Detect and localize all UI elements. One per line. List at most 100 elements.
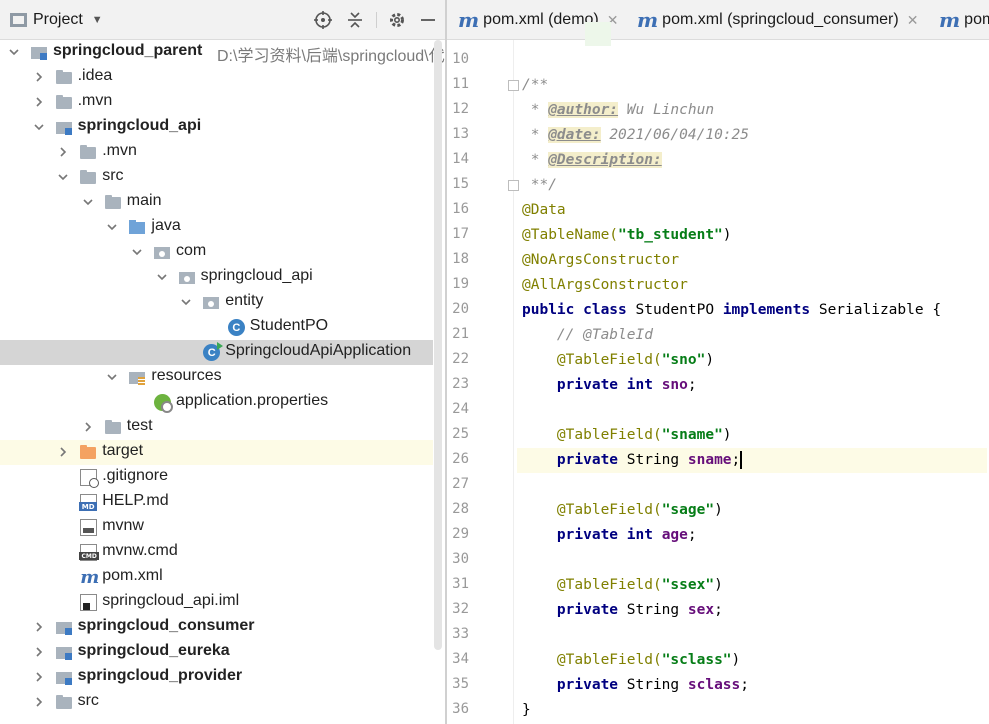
tab-pom[interactable]: m pom.xml (939, 0, 989, 39)
chevron-down-icon[interactable] (32, 120, 46, 134)
tree-node[interactable]: java (0, 215, 433, 240)
minimize-icon[interactable] (418, 10, 438, 30)
tree-node[interactable]: springcloud_api (0, 115, 433, 140)
fold-guide (513, 40, 514, 724)
tree-node[interactable]: .idea (0, 65, 433, 90)
tree-node[interactable]: springcloud_eureka (0, 640, 433, 665)
module-icon (55, 119, 73, 136)
code-line[interactable]: @TableField("sno") (522, 348, 989, 373)
tree-node[interactable]: springcloud_parent D:\学习资料\后端\springcloud… (0, 40, 445, 65)
collapse-all-icon[interactable] (345, 10, 365, 30)
code-line[interactable]: * @Description: (522, 148, 989, 173)
code-token: * (522, 102, 549, 118)
code-line[interactable]: **/ (522, 173, 989, 198)
chevron-down-icon[interactable] (56, 170, 70, 184)
code-line[interactable] (522, 548, 989, 573)
code-line[interactable]: } (522, 698, 989, 723)
code-line[interactable] (522, 398, 989, 423)
code-line[interactable]: * @author: Wu Linchun (522, 98, 989, 123)
line-number: 17 (452, 226, 469, 242)
chevron-right-icon[interactable] (56, 445, 70, 459)
chevron-right-icon[interactable] (56, 145, 70, 159)
code-line[interactable]: @Data (522, 198, 989, 223)
chevron-down-icon[interactable] (130, 245, 144, 259)
code-token: ; (740, 677, 749, 693)
code-line[interactable] (522, 48, 989, 73)
tree-node[interactable]: mvnw (0, 515, 433, 540)
code-line[interactable]: @NoArgsConstructor (522, 248, 989, 273)
chevron-right-icon[interactable] (32, 645, 46, 659)
tree-node[interactable]: .gitignore (0, 465, 433, 490)
code-line[interactable]: public class StudentPO implements Serial… (522, 298, 989, 323)
code-line[interactable]: private int sno; (522, 373, 989, 398)
tree-node[interactable]: src (0, 165, 433, 190)
tree-node[interactable]: target (0, 440, 433, 465)
tree-node[interactable]: .mvn (0, 140, 433, 165)
code-area[interactable]: /** * @author: Wu Linchun * @date: 2021/… (517, 40, 989, 724)
tree-node[interactable]: springcloud_consumer (0, 615, 433, 640)
code-line[interactable]: /** (522, 73, 989, 98)
close-icon[interactable]: ✕ (907, 12, 919, 29)
chevron-down-icon[interactable] (105, 220, 119, 234)
code-token: "sno" (661, 352, 706, 368)
chevron-down-icon[interactable] (179, 295, 193, 309)
fold-marker-icon[interactable] (508, 80, 519, 91)
code-line[interactable] (522, 623, 989, 648)
code-token: ) (722, 427, 732, 443)
tree-node-label: springcloud_api.iml (102, 592, 240, 609)
chevron-down-icon[interactable] (7, 45, 21, 59)
tree-node[interactable]: entity (0, 290, 433, 315)
code-line[interactable]: @TableField("ssex") (522, 573, 989, 598)
code-line[interactable]: @TableName("tb_student") (522, 223, 989, 248)
code-line[interactable]: private String sname; (517, 448, 987, 473)
line-number-gutter[interactable]: 10 11 12 13 14 15 16 17 18 19 20 21 22 23 24 25 26 27 28 29… (447, 40, 509, 724)
tree-node[interactable]: main (0, 190, 433, 215)
code-line[interactable]: private String sex; (522, 598, 989, 623)
tree-node[interactable]: springcloud_api (0, 265, 433, 290)
tree-node-label: java (151, 217, 181, 234)
code-line[interactable]: private int age; (522, 523, 989, 548)
chevron-down-icon[interactable] (155, 270, 169, 284)
code-line[interactable]: private String sclass; (522, 673, 989, 698)
chevron-right-icon[interactable] (32, 670, 46, 684)
chevron-right-icon[interactable] (32, 695, 46, 709)
tree-node[interactable]: resources (0, 365, 433, 390)
tree-node-label: .gitignore (102, 467, 169, 484)
locate-file-icon[interactable] (313, 10, 333, 30)
code-line[interactable]: * @date: 2021/06/04/10:25 (522, 123, 989, 148)
folder-icon (104, 194, 122, 211)
tree-node[interactable]: mvnw.cmd (0, 540, 433, 565)
tree-node[interactable]: HELP.md (0, 490, 433, 515)
tree-node[interactable]: application.properties (0, 390, 433, 415)
chevron-down-icon[interactable] (81, 195, 95, 209)
tree-scrollbar[interactable] (434, 40, 442, 650)
code-line[interactable] (522, 473, 989, 498)
tree-node[interactable]: test (0, 415, 433, 440)
code-line[interactable]: @AllArgsConstructor (522, 273, 989, 298)
tree-node[interactable]: m pom.xml (0, 565, 433, 590)
tab-pom-springcloud-consumer[interactable]: m pom.xml (springcloud_consumer) ✕ (637, 0, 919, 39)
code-line[interactable]: @TableField("sage") (522, 498, 989, 523)
chevron-down-icon[interactable]: ▼ (92, 14, 103, 26)
tree-node[interactable]: springcloud_provider (0, 665, 433, 690)
gear-icon[interactable] (387, 10, 407, 30)
tree-node[interactable]: .mvn (0, 90, 433, 115)
tree-node[interactable]: src (0, 690, 433, 715)
code-line[interactable]: // @TableId (522, 323, 989, 348)
fold-marker-icon[interactable] (508, 180, 519, 191)
tree-node[interactable]: springcloud_api.iml (0, 590, 433, 615)
tree-node[interactable]: C SpringcloudApiApplication (0, 340, 433, 365)
code-line[interactable]: @TableField("sclass") (522, 648, 989, 673)
chevron-right-icon[interactable] (32, 70, 46, 84)
chevron-right-icon[interactable] (81, 420, 95, 434)
chevron-right-icon[interactable] (32, 620, 46, 634)
tree-node[interactable]: C StudentPO (0, 315, 433, 340)
code-line[interactable]: @TableField("sname") (522, 423, 989, 448)
chevron-down-icon[interactable] (105, 370, 119, 384)
code-token: "sage" (661, 502, 715, 518)
tree-node-label: springcloud_consumer (77, 617, 255, 634)
chevron-right-icon[interactable] (32, 95, 46, 109)
project-view-selector[interactable]: Project ▼ (10, 9, 103, 31)
tree-node[interactable]: com (0, 240, 433, 265)
